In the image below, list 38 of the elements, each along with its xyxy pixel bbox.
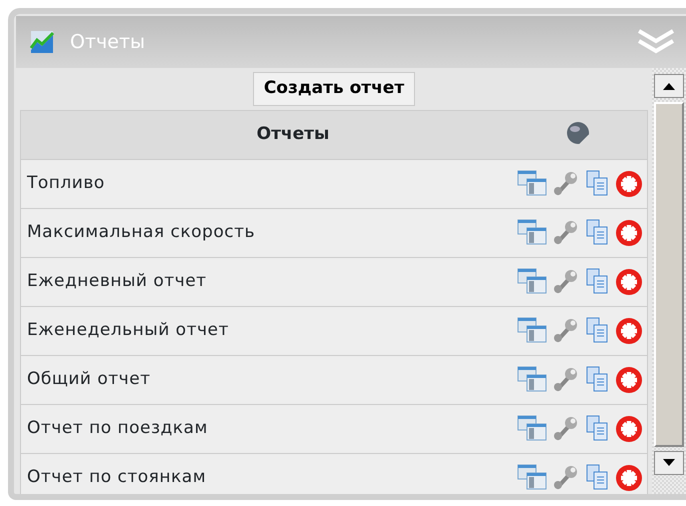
delete-icon[interactable] bbox=[615, 366, 643, 394]
windows-icon[interactable] bbox=[517, 414, 547, 440]
down-arrow-icon bbox=[663, 459, 675, 467]
delete-icon[interactable] bbox=[615, 268, 643, 296]
delete-icon[interactable] bbox=[615, 414, 643, 442]
delete-icon[interactable] bbox=[615, 464, 643, 492]
windows-icon[interactable] bbox=[517, 366, 547, 392]
column-header: Отчеты bbox=[256, 122, 330, 146]
windows-icon[interactable] bbox=[517, 464, 547, 490]
wrench-icon[interactable] bbox=[553, 170, 579, 196]
scroll-up-button[interactable] bbox=[654, 74, 684, 98]
copy-icon[interactable] bbox=[585, 218, 609, 244]
wrench-icon[interactable] bbox=[553, 414, 579, 440]
copy-icon[interactable] bbox=[585, 268, 609, 294]
wrench-icon[interactable] bbox=[553, 366, 579, 392]
delete-icon[interactable] bbox=[615, 218, 643, 246]
scroll-down-button[interactable] bbox=[654, 451, 684, 475]
windows-icon[interactable] bbox=[517, 268, 547, 294]
windows-icon[interactable] bbox=[517, 218, 547, 244]
copy-icon[interactable] bbox=[585, 464, 609, 490]
scrollbar[interactable] bbox=[652, 68, 686, 494]
chart-icon bbox=[30, 30, 54, 54]
copy-icon[interactable] bbox=[585, 414, 609, 440]
scroll-thumb[interactable] bbox=[654, 102, 684, 447]
wrench-icon[interactable] bbox=[553, 268, 579, 294]
wrench-icon[interactable] bbox=[553, 464, 579, 490]
delete-icon[interactable] bbox=[615, 170, 643, 198]
windows-icon[interactable] bbox=[517, 170, 547, 196]
create-report-button[interactable]: Создать отчет bbox=[252, 72, 416, 106]
wrench-icon[interactable] bbox=[553, 218, 579, 244]
copy-icon[interactable] bbox=[585, 316, 609, 342]
up-arrow-icon bbox=[663, 82, 675, 90]
panel-title: Отчеты bbox=[70, 30, 146, 55]
delete-icon[interactable] bbox=[615, 316, 643, 344]
windows-icon[interactable] bbox=[517, 316, 547, 342]
copy-icon[interactable] bbox=[585, 366, 609, 392]
wrench-icon[interactable] bbox=[553, 316, 579, 342]
copy-icon[interactable] bbox=[585, 170, 609, 196]
